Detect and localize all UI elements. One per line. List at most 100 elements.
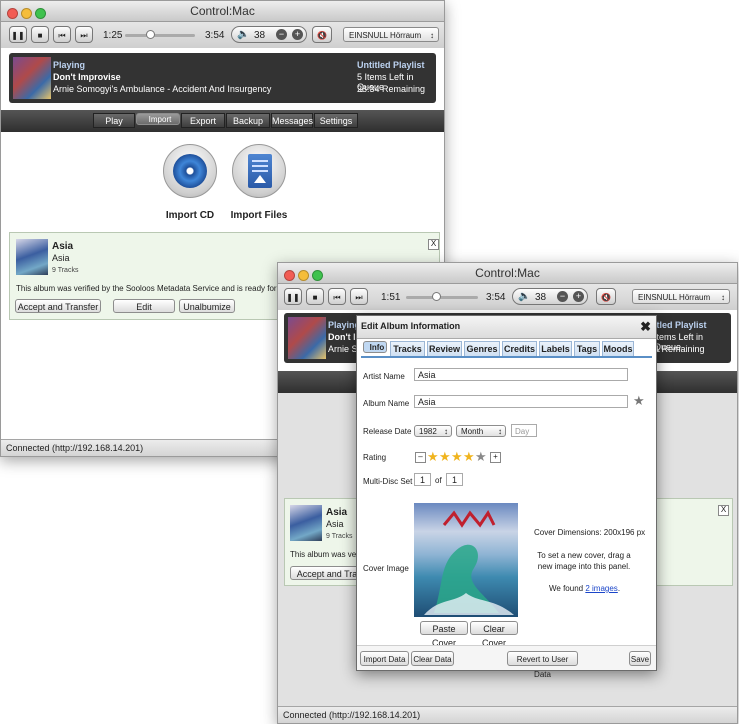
progress-knob[interactable] [432, 292, 442, 301]
playlist-name[interactable]: Untitled Playlist [357, 60, 425, 70]
tab-review[interactable]: Review [427, 341, 462, 356]
progress-slider[interactable] [406, 292, 478, 301]
import-data-button[interactable]: Import Data [360, 651, 409, 666]
previous-button[interactable]: ⏮ [53, 26, 71, 43]
minimize-window-icon[interactable] [298, 270, 309, 281]
rating-increase-button[interactable]: + [490, 452, 501, 463]
titlebar[interactable]: Control:Mac [278, 263, 737, 284]
album-name-input[interactable]: Asia [414, 395, 628, 408]
volume-down-button[interactable]: − [276, 29, 287, 40]
stop-button[interactable]: ■ [31, 26, 49, 43]
rating-decrease-button[interactable]: – [415, 452, 426, 463]
album-cover-image[interactable] [414, 503, 518, 617]
cd-icon [173, 154, 207, 188]
pause-button[interactable]: ❚❚ [284, 288, 302, 305]
import-cd-button[interactable] [163, 144, 217, 198]
zone-select[interactable]: EINSNULL Hörraum ↕ [632, 289, 730, 304]
tab-credits[interactable]: Credits [502, 341, 537, 356]
rating-label: Rating [363, 453, 387, 462]
edit-button[interactable]: Edit [113, 299, 175, 313]
album-status-message: This album was verified by the Sooloos M… [16, 284, 304, 293]
volume-down-button[interactable]: − [557, 291, 568, 302]
zone-select[interactable]: EINSNULL Hörraum ↕ [343, 27, 439, 42]
dialog-header[interactable]: Edit Album Information ✖ [357, 316, 656, 339]
rating-star-icon[interactable]: ★ [427, 450, 439, 463]
previous-button[interactable]: ⏮ [328, 288, 346, 305]
tab-tags[interactable]: Tags [574, 341, 600, 356]
images-found-link[interactable]: 2 images [585, 584, 617, 593]
mute-button[interactable]: 🔇 [312, 26, 332, 43]
dialog-close-icon[interactable]: ✖ [640, 319, 651, 335]
images-found: We found 2 images. [549, 584, 620, 593]
volume-up-button[interactable]: + [573, 291, 584, 302]
close-window-icon[interactable] [284, 270, 295, 281]
minimize-window-icon[interactable] [21, 8, 32, 19]
volume-up-button[interactable]: + [292, 29, 303, 40]
album-track-count: 9 Tracks [52, 267, 79, 274]
save-button[interactable]: Save [629, 651, 651, 666]
disc-total-input[interactable]: 1 [446, 473, 463, 486]
select-arrows-icon: ↕ [430, 31, 434, 40]
rating-star-icon[interactable]: ★ [475, 450, 487, 463]
tab-tracks[interactable]: Tracks [390, 341, 425, 356]
elapsed-time: 1:25 [103, 30, 123, 41]
disc-number-input[interactable]: 1 [414, 473, 431, 486]
track-title: Don't Improvise [53, 72, 121, 82]
album-cover-thumb[interactable] [290, 505, 322, 541]
paste-cover-button[interactable]: Paste Cover [420, 621, 468, 648]
playlist-name[interactable]: itled Playlist [654, 320, 707, 330]
revert-to-user-data-button[interactable]: Revert to User Data [507, 651, 578, 679]
album-name-label: Album Name [363, 399, 410, 408]
import-files-button[interactable] [232, 144, 286, 198]
clear-cover-button[interactable]: Clear Cover [470, 621, 518, 648]
mute-icon: 🔇 [601, 293, 611, 302]
zoom-window-icon[interactable] [35, 8, 46, 19]
release-day-input[interactable]: Day [511, 424, 537, 437]
next-icon: ⏭ [355, 293, 363, 302]
next-button[interactable]: ⏭ [75, 26, 93, 43]
stop-button[interactable]: ■ [306, 288, 324, 305]
tab-labels[interactable]: Labels [539, 341, 572, 356]
pause-button[interactable]: ❚❚ [9, 26, 27, 43]
artist-name-input[interactable]: Asia [414, 368, 628, 381]
cover-image-label: Cover Image [363, 564, 409, 573]
close-window-icon[interactable] [7, 8, 18, 19]
nav-tab-settings[interactable]: Settings [314, 113, 358, 128]
clear-data-button[interactable]: Clear Data [411, 651, 454, 666]
volume-control[interactable]: 🔈 38 − + [512, 288, 588, 305]
release-year-select[interactable]: 1982 ↕ [414, 425, 452, 437]
progress-slider[interactable] [125, 30, 195, 39]
nav-tab-import[interactable]: Import [136, 113, 180, 125]
favorite-star-icon[interactable]: ★ [633, 393, 645, 409]
mute-button[interactable]: 🔇 [596, 288, 616, 305]
release-month-select[interactable]: Month ↕ [456, 425, 506, 437]
import-files-label[interactable]: Import Files [214, 210, 304, 221]
nav-tab-backup[interactable]: Backup [226, 113, 270, 128]
queue-remaining: 28:34 Remaining [357, 84, 426, 94]
unalbumize-button[interactable]: Unalbumize [179, 299, 235, 313]
tab-info[interactable]: Info [363, 341, 387, 353]
next-button[interactable]: ⏭ [350, 288, 368, 305]
nav-tab-play[interactable]: Play [93, 113, 135, 128]
titlebar[interactable]: Control:Mac [1, 1, 444, 22]
album-cover-thumb[interactable] [16, 239, 48, 275]
dismiss-album-button[interactable]: X [718, 505, 729, 516]
volume-control[interactable]: 🔈 38 − + [231, 26, 307, 43]
progress-knob[interactable] [145, 30, 155, 39]
nav-tab-messages[interactable]: Messages [271, 113, 313, 128]
now-playing-cover[interactable] [288, 317, 326, 359]
tab-genres[interactable]: Genres [464, 341, 500, 356]
rating-star-icon[interactable]: ★ [463, 450, 475, 463]
dismiss-album-button[interactable]: X [428, 239, 439, 250]
rating-star-icon[interactable]: ★ [439, 450, 451, 463]
tab-moods[interactable]: Moods [602, 341, 634, 356]
mute-icon: 🔇 [317, 31, 327, 40]
zoom-window-icon[interactable] [312, 270, 323, 281]
track-title: Don't I [328, 332, 356, 342]
pause-icon: ❚❚ [286, 293, 300, 302]
rating-star-icon[interactable]: ★ [451, 450, 463, 463]
now-playing-cover[interactable] [13, 57, 51, 99]
nav-tab-export[interactable]: Export [181, 113, 225, 128]
album-track-count: 9 Tracks [326, 533, 353, 540]
accept-and-transfer-button[interactable]: Accept and Transfer [15, 299, 101, 313]
